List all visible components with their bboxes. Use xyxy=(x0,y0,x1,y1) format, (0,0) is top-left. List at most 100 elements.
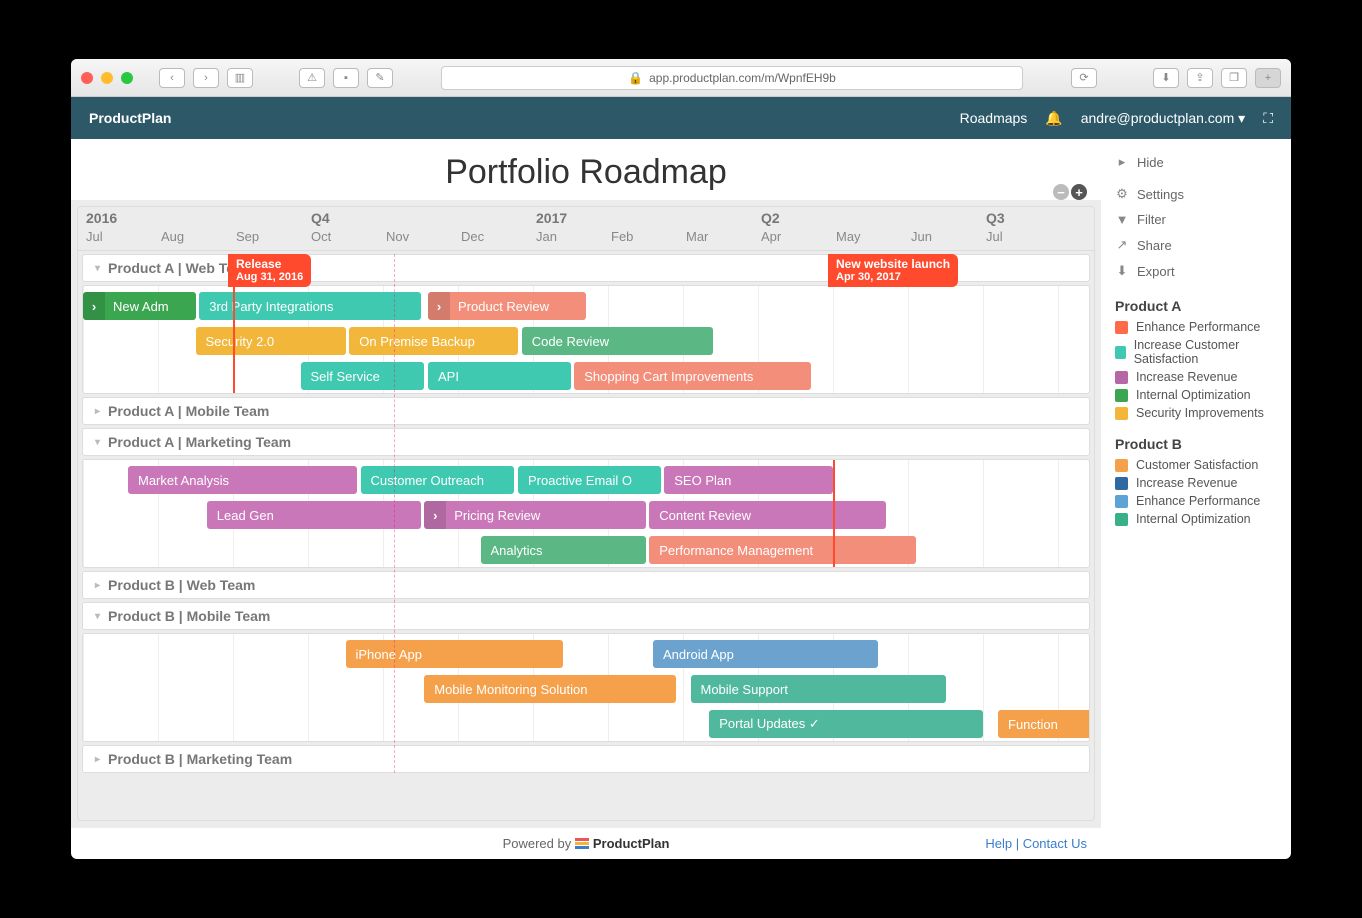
chevron-down-icon: ▾ xyxy=(95,263,100,274)
swatch-icon xyxy=(1115,477,1128,490)
swatch-icon xyxy=(1115,407,1128,420)
download-icon[interactable]: ⬇ xyxy=(1153,68,1179,88)
gantt-bar[interactable]: Mobile Monitoring Solution xyxy=(424,675,675,703)
gantt-bar[interactable]: Market Analysis xyxy=(128,466,357,494)
gantt-bar[interactable]: Security 2.0 xyxy=(196,327,346,355)
gantt-timeline[interactable]: 2016Q42017Q2Q3JulAugSepOctNovDecJanFebMa… xyxy=(77,206,1095,821)
lanes: ▾Product A | Web TeamReleaseAug 31, 2016… xyxy=(78,254,1094,773)
maximize-window-icon[interactable] xyxy=(121,72,133,84)
close-window-icon[interactable] xyxy=(81,72,93,84)
share-icon: ↗ xyxy=(1115,237,1129,253)
nav-roadmaps[interactable]: Roadmaps xyxy=(960,110,1028,126)
sidebar-settings[interactable]: ⚙Settings xyxy=(1115,181,1277,207)
lane-header[interactable]: ▾Product B | Mobile Team xyxy=(82,602,1090,630)
legend-item: Enhance Performance xyxy=(1115,492,1277,510)
grid-icon[interactable]: ▪ xyxy=(333,68,359,88)
gantt-bar[interactable]: SEO Plan xyxy=(664,466,833,494)
browser-chrome: ‹ › ▥ ⚠ ▪ ✎ 🔒 app.productplan.com/m/Wpnf… xyxy=(71,59,1291,97)
legend-item: Security Improvements xyxy=(1115,404,1277,422)
forward-button[interactable]: › xyxy=(193,68,219,88)
user-menu[interactable]: andre@productplan.com ▾ xyxy=(1081,110,1245,127)
gantt-bar[interactable]: Content Review xyxy=(649,501,885,529)
legend-item: Increase Revenue xyxy=(1115,368,1277,386)
tabs-icon[interactable]: ❐ xyxy=(1221,68,1247,88)
zoom-in-button[interactable]: + xyxy=(1071,184,1087,200)
sidebar-filter[interactable]: ▼Filter xyxy=(1115,207,1277,232)
fullscreen-icon[interactable]: ⛶ xyxy=(1263,110,1273,127)
gantt-bar[interactable]: Mobile Support xyxy=(691,675,946,703)
swatch-icon xyxy=(1115,389,1128,402)
brand-logo[interactable]: ProductPlan xyxy=(89,110,171,126)
new-tab-button[interactable]: + xyxy=(1255,68,1281,88)
gantt-bar[interactable]: Customer Outreach xyxy=(361,466,515,494)
lane-body: iPhone App Android App Mobile Monitoring S… xyxy=(82,633,1090,742)
swatch-icon xyxy=(1115,513,1128,526)
lane-header[interactable]: ▾Product A | Marketing TeamNew website l… xyxy=(82,428,1090,456)
settings-icon: ⚙ xyxy=(1115,186,1129,202)
zoom-out-button[interactable]: − xyxy=(1053,184,1069,200)
sidebar-export[interactable]: ⬇Export xyxy=(1115,258,1277,284)
wand-icon[interactable]: ✎ xyxy=(367,68,393,88)
minimize-window-icon[interactable] xyxy=(101,72,113,84)
chevron-right-icon: ▸ xyxy=(95,580,100,591)
gantt-bar[interactable]: Lead Gen xyxy=(207,501,421,529)
lane-body: Market AnalysisCustomer OutreachProactiv… xyxy=(82,459,1090,568)
contact-link[interactable]: Contact Us xyxy=(1023,836,1087,851)
gantt-bar[interactable]: Proactive Email O xyxy=(518,466,661,494)
gantt-bar[interactable]: Self Service xyxy=(301,362,425,390)
legend-title: Product B xyxy=(1115,436,1277,452)
legend-item: Internal Optimization xyxy=(1115,510,1277,528)
gantt-bar[interactable]: Analytics xyxy=(481,536,646,564)
chevron-down-icon: ▾ xyxy=(95,611,100,622)
productplan-logo[interactable]: ProductPlan xyxy=(575,836,670,851)
chevron-down-icon: ▾ xyxy=(95,437,100,448)
lane-body: New Adm3rd Party IntegrationsProduct Rev… xyxy=(82,285,1090,394)
lane-header[interactable]: ▸Product B | Web Team xyxy=(82,571,1090,599)
page-title: Portfolio Roadmap − + xyxy=(71,139,1101,200)
app-header: ProductPlan Roadmaps 🔔 andre@productplan… xyxy=(71,97,1291,139)
reload-icon[interactable]: ⟳ xyxy=(1071,68,1097,88)
legend-item: Internal Optimization xyxy=(1115,386,1277,404)
legend-item: Increase Customer Satisfaction xyxy=(1115,336,1277,368)
browser-window: ‹ › ▥ ⚠ ▪ ✎ 🔒 app.productplan.com/m/Wpnf… xyxy=(71,59,1291,859)
sidebar-share[interactable]: ↗Share xyxy=(1115,232,1277,258)
milestone-flag[interactable]: New website launchApr 30, 2017 xyxy=(828,254,958,287)
swatch-icon xyxy=(1115,346,1126,359)
gantt-bar[interactable]: Code Review xyxy=(522,327,713,355)
gantt-bar[interactable]: Android App xyxy=(653,640,878,668)
warning-icon[interactable]: ⚠ xyxy=(299,68,325,88)
swatch-icon xyxy=(1115,321,1128,334)
footer: Powered by ProductPlan Help | Contact Us xyxy=(71,827,1101,859)
swatch-icon xyxy=(1115,495,1128,508)
legend-item: Customer Satisfaction xyxy=(1115,456,1277,474)
gantt-bar[interactable]: Function xyxy=(998,710,1090,738)
gantt-bar[interactable]: iPhone App xyxy=(346,640,564,668)
gantt-bar[interactable]: Pricing Review xyxy=(424,501,645,529)
gantt-bar[interactable]: Product Review xyxy=(428,292,586,320)
hide-sidebar-button[interactable]: ▸Hide xyxy=(1115,149,1277,175)
gantt-bar[interactable]: API xyxy=(428,362,571,390)
swatch-icon xyxy=(1115,371,1128,384)
help-link[interactable]: Help xyxy=(985,836,1012,851)
sidebar-toggle-icon[interactable]: ▥ xyxy=(227,68,253,88)
time-axis: 2016Q42017Q2Q3JulAugSepOctNovDecJanFebMa… xyxy=(78,207,1094,251)
gantt-bar[interactable]: On Premise Backup xyxy=(349,327,518,355)
legend-item: Enhance Performance xyxy=(1115,318,1277,336)
chevron-right-icon: ▸ xyxy=(95,406,100,417)
back-button[interactable]: ‹ xyxy=(159,68,185,88)
lane-header[interactable]: ▸Product A | Mobile Team xyxy=(82,397,1090,425)
address-bar[interactable]: 🔒 app.productplan.com/m/WpnfEH9b xyxy=(441,66,1023,90)
gantt-bar[interactable]: Performance Management xyxy=(649,536,915,564)
right-sidebar: ▸Hide ⚙Settings▼Filter↗Share⬇Export Prod… xyxy=(1101,139,1291,859)
milestone-line xyxy=(233,286,235,393)
milestone-line xyxy=(833,460,835,567)
chevron-right-icon: ▸ xyxy=(95,754,100,765)
gantt-bar[interactable]: Shopping Cart Improvements xyxy=(574,362,810,390)
share-icon[interactable]: ⇪ xyxy=(1187,68,1213,88)
lane-header[interactable]: ▸Product B | Marketing Team xyxy=(82,745,1090,773)
bell-icon[interactable]: 🔔 xyxy=(1045,110,1062,127)
export-icon: ⬇ xyxy=(1115,263,1129,279)
gantt-bar[interactable]: New Adm xyxy=(83,292,196,320)
milestone-flag[interactable]: ReleaseAug 31, 2016 xyxy=(228,254,311,287)
gantt-bar[interactable]: Portal Updates ✓ xyxy=(709,710,983,738)
